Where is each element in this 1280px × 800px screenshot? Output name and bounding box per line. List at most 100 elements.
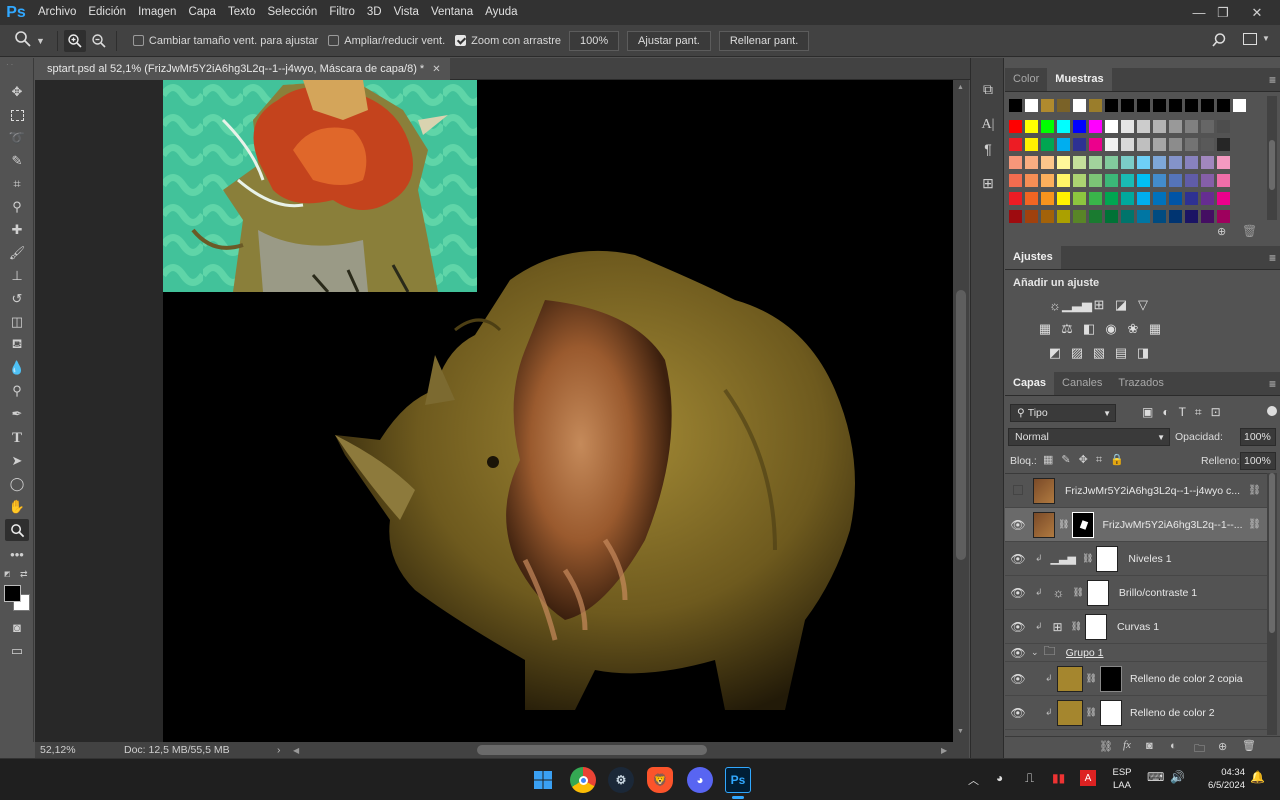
color-swatch[interactable] bbox=[1217, 138, 1230, 151]
recent-swatch[interactable] bbox=[1025, 99, 1038, 112]
color-swatch[interactable] bbox=[1201, 138, 1214, 151]
levels-icon[interactable]: ▁▃▅ bbox=[1062, 297, 1092, 313]
notification-bell-icon[interactable]: 🔔 bbox=[1250, 770, 1265, 784]
color-swatch[interactable] bbox=[1105, 210, 1118, 223]
clock[interactable]: 04:34 6/5/2024 bbox=[1197, 766, 1245, 792]
bw-icon[interactable]: ◧ bbox=[1081, 321, 1097, 337]
more-tools-icon[interactable]: ••• bbox=[5, 543, 29, 565]
color-swatch[interactable] bbox=[1169, 174, 1182, 187]
steam-icon[interactable]: ⚙ bbox=[608, 767, 634, 793]
hsl-icon[interactable]: ▦ bbox=[1037, 321, 1053, 337]
blur-tool-icon[interactable]: 💧 bbox=[5, 357, 29, 379]
clone-stamp-icon[interactable]: ⊥ bbox=[5, 265, 29, 287]
zoom-level-readout[interactable]: 52,12% bbox=[40, 744, 124, 756]
panel-menu-icon[interactable]: ≡ bbox=[1269, 251, 1276, 265]
link-layers-icon[interactable]: ⛓ bbox=[1099, 740, 1113, 753]
layer-mask-thumbnail[interactable] bbox=[1099, 665, 1122, 692]
selective-color-icon[interactable]: ◨ bbox=[1135, 345, 1151, 361]
tab-layers[interactable]: Capas bbox=[1005, 371, 1055, 395]
menu-edicion[interactable]: Edición bbox=[82, 0, 132, 25]
move-tool-icon[interactable]: ✥ bbox=[5, 81, 29, 103]
chevron-down-icon[interactable]: ▼ bbox=[36, 36, 45, 46]
color-swatch[interactable] bbox=[1121, 192, 1134, 205]
adjustment-layer-icon[interactable]: ◐ bbox=[1170, 740, 1177, 752]
eraser-icon[interactable]: ◫ bbox=[5, 311, 29, 333]
color-swatch[interactable] bbox=[1009, 174, 1022, 187]
history-brush-icon[interactable]: ↺ bbox=[5, 288, 29, 310]
color-swatch[interactable] bbox=[1185, 192, 1198, 205]
color-swatch[interactable] bbox=[1041, 192, 1054, 205]
curves-icon[interactable]: ⊞ bbox=[1091, 297, 1107, 313]
layers-scrollbar[interactable] bbox=[1267, 473, 1277, 735]
canvas-area[interactable] bbox=[35, 80, 953, 742]
color-swatch[interactable] bbox=[1041, 156, 1054, 169]
gradient-map-icon[interactable]: ▤ bbox=[1113, 345, 1129, 361]
color-swatch[interactable] bbox=[1089, 138, 1102, 151]
character-panel-icon[interactable]: A| bbox=[977, 114, 999, 136]
chevron-down-icon[interactable]: ▼ bbox=[1262, 34, 1270, 43]
color-swatch[interactable] bbox=[1201, 210, 1214, 223]
color-swatch[interactable] bbox=[1217, 120, 1230, 133]
color-swatch[interactable] bbox=[1185, 174, 1198, 187]
lock-icons[interactable]: ▦✎✥⌗🔒 bbox=[1043, 453, 1132, 467]
eye-icon[interactable]: 👁 bbox=[1005, 518, 1031, 532]
color-swatch[interactable] bbox=[1217, 174, 1230, 187]
tab-channels[interactable]: Canales bbox=[1054, 371, 1110, 395]
zoom-out-icon[interactable] bbox=[88, 30, 110, 52]
color-swatch[interactable] bbox=[1153, 174, 1166, 187]
color-swatch[interactable] bbox=[1169, 156, 1182, 169]
workspace-icon[interactable] bbox=[1243, 33, 1257, 45]
color-swatch[interactable] bbox=[1105, 174, 1118, 187]
color-swatch[interactable] bbox=[1025, 210, 1038, 223]
properties-panel-icon[interactable]: ⊞ bbox=[977, 172, 999, 194]
history-panel-icon[interactable]: ⧉ bbox=[977, 78, 999, 100]
color-swatch[interactable] bbox=[1057, 210, 1070, 223]
color-swatch[interactable] bbox=[1137, 156, 1150, 169]
color-swatch[interactable] bbox=[1185, 156, 1198, 169]
vibrance-icon[interactable]: ▽ bbox=[1135, 297, 1151, 313]
scroll-up-icon[interactable]: ▲ bbox=[957, 84, 964, 91]
color-swatch[interactable] bbox=[1009, 138, 1022, 151]
layer-mask-thumbnail[interactable] bbox=[1099, 699, 1122, 726]
zoom-in-icon[interactable] bbox=[63, 29, 86, 52]
recent-swatch[interactable] bbox=[1233, 99, 1246, 112]
layer-row[interactable]: 👁 ↲ ▁▃▅ ⛓ Niveles 1 bbox=[1005, 542, 1267, 576]
recent-swatch[interactable] bbox=[1089, 99, 1102, 112]
layer-group-row[interactable]: 👁 ⌄ 🗀 Grupo 1 bbox=[1005, 644, 1267, 662]
dodge-tool-icon[interactable]: ⚲ bbox=[5, 380, 29, 402]
document-size-info[interactable]: Doc: 12,5 MB/55,5 MB bbox=[124, 744, 230, 756]
chevron-down-icon[interactable]: ⌄ bbox=[1031, 647, 1039, 658]
color-swatch[interactable] bbox=[1185, 210, 1198, 223]
color-swatch[interactable] bbox=[1057, 192, 1070, 205]
color-swatch[interactable] bbox=[1057, 120, 1070, 133]
color-swatch[interactable] bbox=[1137, 192, 1150, 205]
marquee-tool-icon[interactable] bbox=[5, 104, 29, 126]
color-swatch[interactable] bbox=[1121, 210, 1134, 223]
color-swatch[interactable] bbox=[1057, 138, 1070, 151]
color-swatch[interactable] bbox=[1089, 156, 1102, 169]
brush-tool-icon[interactable]: 🖌 bbox=[5, 242, 29, 264]
color-swatch[interactable] bbox=[1153, 138, 1166, 151]
color-swatch[interactable] bbox=[1201, 192, 1214, 205]
swap-colors-icon[interactable]: ⇄ bbox=[20, 569, 28, 580]
tab-paths[interactable]: Trazados bbox=[1110, 371, 1171, 395]
audio-app-icon[interactable]: ▮▮ bbox=[1052, 771, 1065, 785]
panel-menu-icon[interactable]: ≡ bbox=[1269, 377, 1276, 391]
menu-3d[interactable]: 3D bbox=[361, 0, 388, 25]
new-group-icon[interactable]: 🗀 bbox=[1194, 740, 1205, 759]
tab-color[interactable]: Color bbox=[1005, 67, 1047, 91]
zoom-value-field[interactable]: 100% bbox=[569, 30, 620, 51]
color-swatch[interactable] bbox=[1025, 138, 1038, 151]
menu-ayuda[interactable]: Ayuda bbox=[479, 0, 523, 25]
color-swatch[interactable] bbox=[1169, 120, 1182, 133]
visibility-toggle[interactable] bbox=[1005, 484, 1031, 498]
pen-tool-icon[interactable]: ✒ bbox=[5, 403, 29, 425]
recent-swatch[interactable] bbox=[1057, 99, 1070, 112]
layer-mask-thumbnail[interactable] bbox=[1072, 511, 1095, 538]
color-swatch[interactable] bbox=[1105, 120, 1118, 133]
color-swatch[interactable] bbox=[1041, 210, 1054, 223]
color-swatch[interactable] bbox=[1073, 156, 1086, 169]
layer-mask-thumbnail[interactable] bbox=[1085, 613, 1108, 640]
layer-filter-select[interactable]: ⚲ Tipo ▼ bbox=[1010, 404, 1116, 422]
delete-layer-icon[interactable]: 🗑 bbox=[1242, 739, 1256, 752]
